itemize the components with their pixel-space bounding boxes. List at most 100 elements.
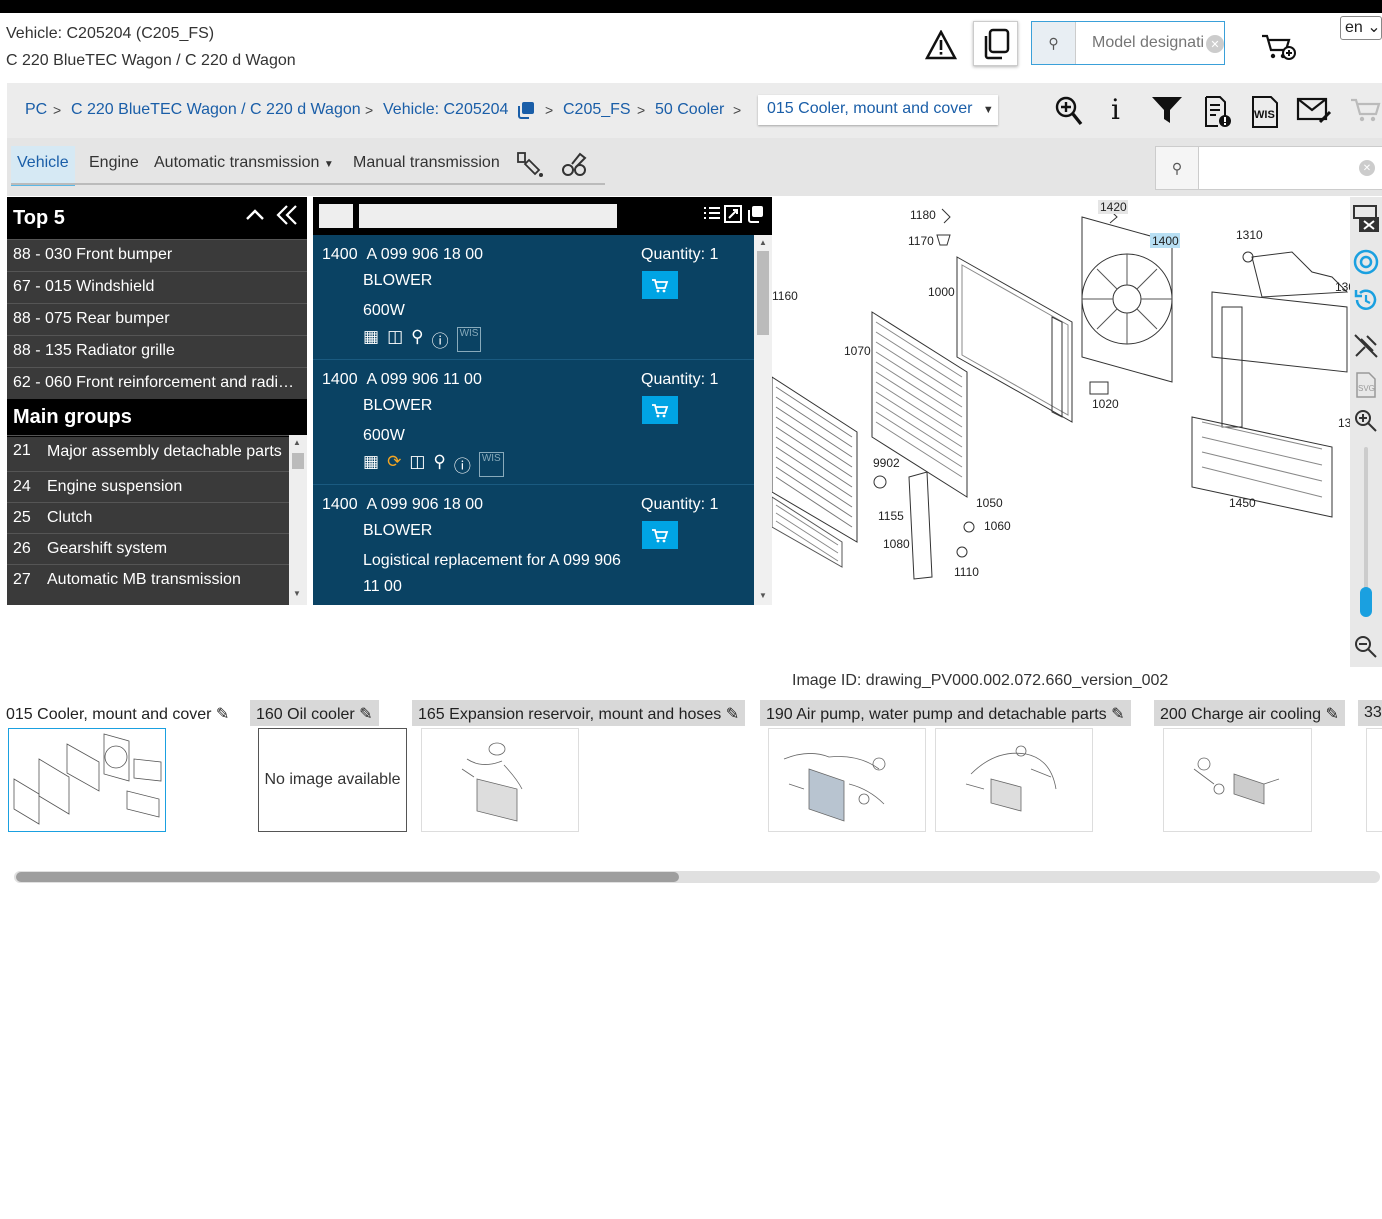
list-view-icon[interactable]: [703, 205, 721, 228]
thumbnail[interactable]: [1366, 728, 1382, 832]
group-title[interactable]: 165 Expansion reservoir, mount and hoses…: [412, 700, 746, 726]
tab-automatic-transmission[interactable]: Automatic transmission ▼: [148, 146, 340, 186]
callout-1400[interactable]: 1400: [1152, 234, 1179, 248]
wis-icon[interactable]: WIS: [456, 327, 482, 352]
key-icon[interactable]: ⚲: [433, 452, 445, 477]
model-search[interactable]: ⚲ ✕: [1031, 21, 1225, 65]
callout-1450[interactable]: 1450: [1229, 496, 1256, 510]
main-group-item[interactable]: 24 Engine suspension: [7, 471, 289, 502]
part-row[interactable]: 1400 A 099 906 18 00 Quantity: 1 BLOWER …: [313, 485, 754, 605]
edit-icon[interactable]: ✎: [359, 706, 372, 723]
history-icon[interactable]: [1353, 287, 1379, 318]
thumbnail[interactable]: [8, 728, 166, 832]
callout-9902[interactable]: 9902: [873, 456, 900, 470]
edit-icon[interactable]: ✎: [1325, 706, 1338, 723]
parts-filter-input[interactable]: [359, 204, 617, 228]
subgroup-dropdown[interactable]: 015 Cooler, mount and cover ▼: [758, 95, 998, 125]
callout-1160[interactable]: 1160: [772, 289, 798, 303]
zoom-slider-handle[interactable]: [1360, 587, 1372, 617]
tab-manual-transmission[interactable]: Manual transmission: [347, 146, 506, 186]
callout-1420[interactable]: 1420: [1100, 200, 1127, 214]
zoom-in-small-icon[interactable]: [1354, 409, 1378, 438]
breadcrumb-pc[interactable]: PC: [25, 101, 47, 119]
copy-small-icon[interactable]: [517, 101, 535, 124]
top5-item[interactable]: 67 - 015 Windshield: [7, 271, 307, 303]
expand-icon[interactable]: [724, 205, 742, 228]
zoom-slider[interactable]: [1360, 447, 1372, 617]
no-image-thumbnail[interactable]: No image available: [258, 728, 407, 832]
target-icon[interactable]: [1353, 249, 1379, 280]
callout-130[interactable]: 130: [1335, 280, 1350, 294]
group-title[interactable]: 190 Air pump, water pump and detachable …: [760, 700, 1131, 726]
close-drawing-icon[interactable]: [1353, 205, 1379, 238]
table-icon[interactable]: ▦: [363, 452, 379, 477]
factory-icon[interactable]: ◫: [387, 327, 403, 352]
thumbnail[interactable]: [1163, 728, 1312, 832]
zoom-in-icon[interactable]: [1055, 96, 1083, 131]
thumbnail[interactable]: [935, 728, 1093, 832]
search-icon[interactable]: ⚲: [1032, 22, 1076, 64]
top5-item[interactable]: 88 - 030 Front bumper: [7, 239, 307, 271]
main-groups-scrollbar[interactable]: ▲ ▼: [289, 435, 307, 605]
main-group-item[interactable]: 21 Major assembly detachable parts: [7, 435, 289, 471]
group-title[interactable]: 33: [1358, 700, 1382, 726]
callout-1070[interactable]: 1070: [844, 344, 871, 358]
unpin-icon[interactable]: [1353, 333, 1379, 364]
tab-engine[interactable]: Engine: [83, 146, 145, 186]
callout-1310[interactable]: 1310: [1236, 228, 1263, 242]
parts-search[interactable]: ⚲ ✕: [1155, 146, 1382, 190]
document-alert-icon[interactable]: [1203, 96, 1233, 133]
thumbnail[interactable]: [768, 728, 926, 832]
warning-icon[interactable]: [924, 29, 958, 65]
top5-item[interactable]: 88 - 135 Radiator grille: [7, 335, 307, 367]
search-icon[interactable]: ⚲: [1156, 147, 1199, 189]
callout-1155[interactable]: 1155: [878, 509, 904, 523]
zoom-out-icon[interactable]: [1354, 635, 1378, 664]
cart-add-icon[interactable]: [1260, 32, 1296, 67]
callout-1000[interactable]: 1000: [928, 285, 955, 299]
edit-icon[interactable]: ✎: [1111, 706, 1124, 723]
parts-filter-small[interactable]: [319, 204, 353, 228]
callout-1080[interactable]: 1080: [883, 537, 910, 551]
key-icon[interactable]: ⚲: [411, 327, 423, 352]
wis-doc-icon[interactable]: WIS: [1251, 96, 1279, 133]
tools-icon[interactable]: [560, 150, 588, 183]
callout-1180[interactable]: 1180: [910, 208, 936, 222]
parts-scrollbar[interactable]: ▲ ▼: [754, 235, 772, 605]
breadcrumb-vehicle[interactable]: Vehicle: C205204: [383, 101, 508, 119]
tab-vehicle[interactable]: Vehicle: [11, 146, 75, 186]
main-group-item[interactable]: 25 Clutch: [7, 502, 289, 533]
group-title[interactable]: 160 Oil cooler ✎: [250, 700, 379, 726]
add-to-cart-button[interactable]: [642, 521, 678, 549]
edit-icon[interactable]: ✎: [726, 706, 739, 723]
group-title[interactable]: 200 Charge air cooling ✎: [1154, 700, 1345, 726]
callout-1110[interactable]: 1110: [954, 565, 979, 579]
popout-icon[interactable]: [746, 205, 764, 228]
add-to-cart-button[interactable]: [642, 271, 678, 299]
info-circle-icon[interactable]: ⓘ: [432, 327, 449, 352]
group-title[interactable]: 015 Cooler, mount and cover ✎: [0, 700, 236, 726]
breadcrumb-group[interactable]: 50 Cooler: [655, 101, 724, 119]
part-row[interactable]: 1400 A 099 906 18 00 Quantity: 1 BLOWER …: [313, 235, 754, 360]
callout-1060[interactable]: 1060: [984, 519, 1011, 533]
breadcrumb-model[interactable]: C 220 BlueTEC Wagon / C 220 d Wagon: [71, 101, 361, 119]
thumbnail-scrollbar[interactable]: [14, 871, 1380, 883]
language-select[interactable]: en ⌄: [1340, 16, 1382, 40]
callout-13[interactable]: 13: [1338, 416, 1350, 430]
top5-item[interactable]: 62 - 060 Front reinforcement and radiato…: [7, 367, 307, 399]
edit-icon[interactable]: ✎: [216, 706, 229, 723]
main-group-item[interactable]: 26 Gearshift system: [7, 533, 289, 564]
model-designation-input[interactable]: [1076, 22, 1206, 64]
clear-icon[interactable]: ✕: [1359, 160, 1375, 176]
filter-icon[interactable]: [1151, 96, 1183, 129]
factory-icon[interactable]: ◫: [409, 452, 425, 477]
paint-icon[interactable]: [515, 150, 545, 183]
info-icon[interactable]: i: [1111, 96, 1120, 124]
table-icon[interactable]: ▦: [363, 327, 379, 352]
mail-icon[interactable]: [1296, 96, 1332, 131]
callout-1170[interactable]: 1170: [908, 234, 934, 248]
top5-item[interactable]: 88 - 075 Rear bumper: [7, 303, 307, 335]
thumbnail-scrollbar-handle[interactable]: [16, 872, 679, 882]
callout-1020[interactable]: 1020: [1092, 397, 1119, 411]
copy-button[interactable]: [973, 21, 1018, 66]
